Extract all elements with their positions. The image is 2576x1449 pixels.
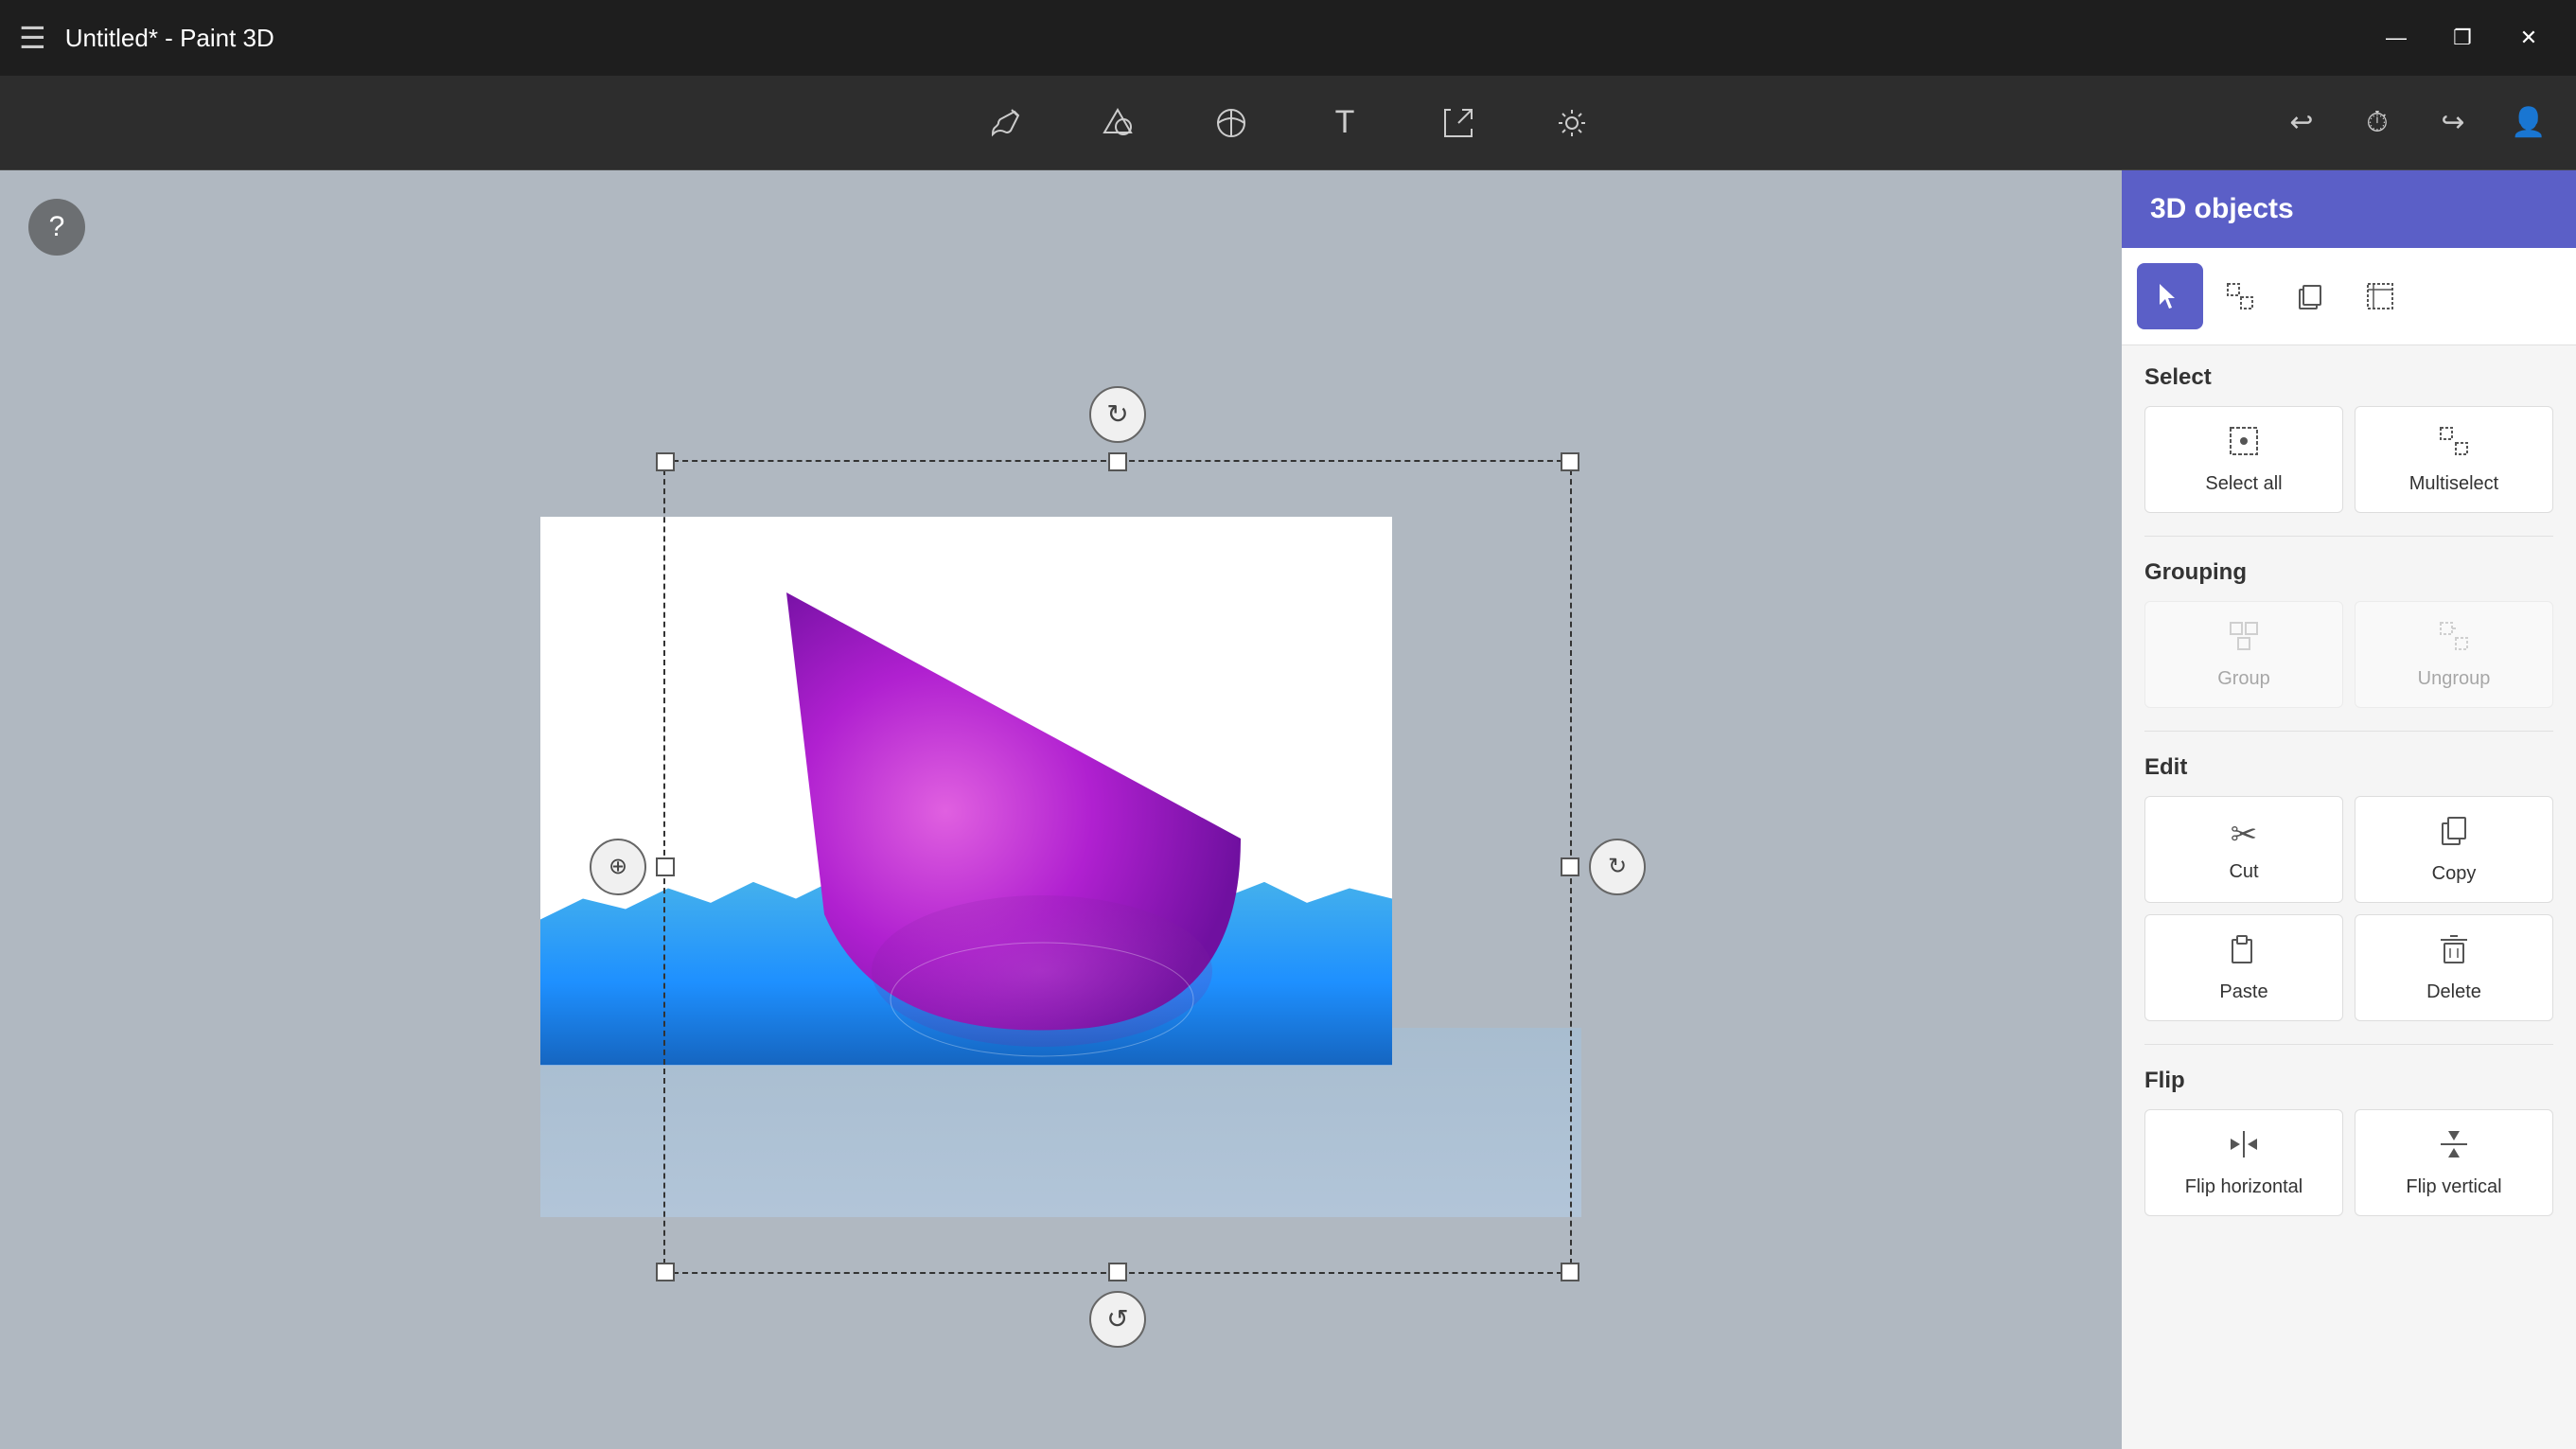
cut-label: Cut	[2229, 861, 2258, 883]
cut-button[interactable]: ✂ Cut	[2144, 796, 2343, 903]
group-icon	[2227, 619, 2261, 661]
grouping-section: Grouping Group Ungroup	[2122, 540, 2576, 727]
select-all-label: Select all	[2205, 473, 2282, 495]
window-controls: — ❐ ✕	[2368, 19, 2557, 57]
right-panel: 3D objects Select	[2122, 170, 2576, 1449]
multiselect-icon	[2437, 424, 2471, 466]
delete-button[interactable]: Delete	[2355, 914, 2553, 1021]
flip-horizontal-button[interactable]: Flip horizontal	[2144, 1109, 2343, 1216]
select-all-button[interactable]: Select all	[2144, 406, 2343, 513]
select-section: Select Select all Multiselect	[2122, 345, 2576, 532]
profile-button[interactable]: 👤	[2500, 95, 2557, 151]
flip-vertical-label: Flip vertical	[2406, 1176, 2501, 1198]
paste-icon	[2227, 932, 2261, 974]
panel-copy3d-tool[interactable]	[2277, 263, 2343, 329]
handle-bl[interactable]	[656, 1263, 675, 1281]
grouping-section-title: Grouping	[2144, 559, 2553, 586]
delete-label: Delete	[2426, 981, 2481, 1003]
handle-bc[interactable]	[1108, 1263, 1127, 1281]
grouping-buttons: Group Ungroup	[2144, 601, 2553, 708]
divider-1	[2144, 536, 2553, 537]
edit-section: Edit ✂ Cut Copy Paste	[2122, 735, 2576, 1040]
panel-header: 3D objects	[2122, 170, 2576, 248]
move-handle-right[interactable]: ↻	[1589, 839, 1646, 895]
edit-buttons: ✂ Cut Copy Paste	[2144, 796, 2553, 1021]
flip-vertical-button[interactable]: Flip vertical	[2355, 1109, 2553, 1216]
history-button[interactable]: ⏱	[2349, 95, 2406, 151]
3d-shapes-tool[interactable]	[1089, 95, 1146, 151]
panel-multibox-tool[interactable]	[2207, 263, 2273, 329]
maximize-button[interactable]: ❐	[2434, 19, 2491, 57]
stickers-tool[interactable]	[1203, 95, 1260, 151]
copy-icon	[2437, 814, 2471, 856]
group-button[interactable]: Group	[2144, 601, 2343, 708]
minimize-button[interactable]: —	[2368, 19, 2425, 57]
ungroup-button[interactable]: Ungroup	[2355, 601, 2553, 708]
flip-section-title: Flip	[2144, 1068, 2553, 1094]
selection-box: ↻ ↺ ⊕ ↻	[663, 460, 1572, 1274]
handle-tc[interactable]	[1108, 452, 1127, 471]
main-toolbar: T ↩ ⏱ ↪ 👤	[0, 76, 2576, 170]
copy-button[interactable]: Copy	[2355, 796, 2553, 903]
flip-section: Flip Flip horizontal Flip vertical	[2122, 1049, 2576, 1235]
handle-ml[interactable]	[656, 857, 675, 876]
multiselect-button[interactable]: Multiselect	[2355, 406, 2553, 513]
canvas-area[interactable]: ?	[0, 170, 2122, 1449]
redo-button[interactable]: ↪	[2425, 95, 2481, 151]
handle-tr[interactable]	[1561, 452, 1579, 471]
brush-tool[interactable]	[976, 95, 1032, 151]
hamburger-icon[interactable]: ☰	[19, 20, 46, 56]
select-section-title: Select	[2144, 364, 2553, 391]
canvas-wrapper: ↻ ↺ ⊕ ↻	[540, 403, 1581, 1217]
undo-button[interactable]: ↩	[2273, 95, 2330, 151]
edit-section-title: Edit	[2144, 754, 2553, 781]
flip-horizontal-icon	[2227, 1127, 2261, 1169]
group-label: Group	[2217, 668, 2270, 690]
text-tool[interactable]: T	[1316, 95, 1373, 151]
ungroup-icon	[2437, 619, 2471, 661]
toolbar-right-actions: ↩ ⏱ ↪ 👤	[2273, 95, 2557, 151]
title-bar: ☰ Untitled* - Paint 3D — ❐ ✕	[0, 0, 2576, 76]
multiselect-label: Multiselect	[2409, 473, 2498, 495]
panel-toolbar	[2122, 248, 2576, 345]
delete-icon	[2437, 932, 2471, 974]
select-all-icon	[2227, 424, 2261, 466]
handle-mr[interactable]	[1561, 857, 1579, 876]
handle-tl[interactable]	[656, 452, 675, 471]
select-buttons: Select all Multiselect	[2144, 406, 2553, 513]
paste-label: Paste	[2219, 981, 2267, 1003]
close-button[interactable]: ✕	[2500, 19, 2557, 57]
help-button[interactable]: ?	[28, 199, 85, 256]
cut-icon: ✂	[2231, 816, 2258, 854]
panel-title: 3D objects	[2150, 193, 2294, 224]
window-title: Untitled* - Paint 3D	[65, 24, 274, 53]
paste-button[interactable]: Paste	[2144, 914, 2343, 1021]
divider-2	[2144, 731, 2553, 732]
canvas-tool[interactable]	[1430, 95, 1487, 151]
ungroup-label: Ungroup	[2418, 668, 2491, 690]
rotate-handle-top[interactable]: ↻	[1089, 386, 1146, 443]
divider-3	[2144, 1044, 2553, 1045]
move-handle-left[interactable]: ⊕	[590, 839, 646, 895]
copy-label: Copy	[2432, 863, 2477, 885]
flip-buttons: Flip horizontal Flip vertical	[2144, 1109, 2553, 1216]
rotate-handle-bottom[interactable]: ↺	[1089, 1291, 1146, 1348]
panel-crop-tool[interactable]	[2347, 263, 2413, 329]
effects-tool[interactable]	[1544, 95, 1600, 151]
handle-br[interactable]	[1561, 1263, 1579, 1281]
main-area: ?	[0, 170, 2576, 1449]
panel-select-tool[interactable]	[2137, 263, 2203, 329]
flip-horizontal-label: Flip horizontal	[2185, 1176, 2303, 1198]
flip-vertical-icon	[2437, 1127, 2471, 1169]
